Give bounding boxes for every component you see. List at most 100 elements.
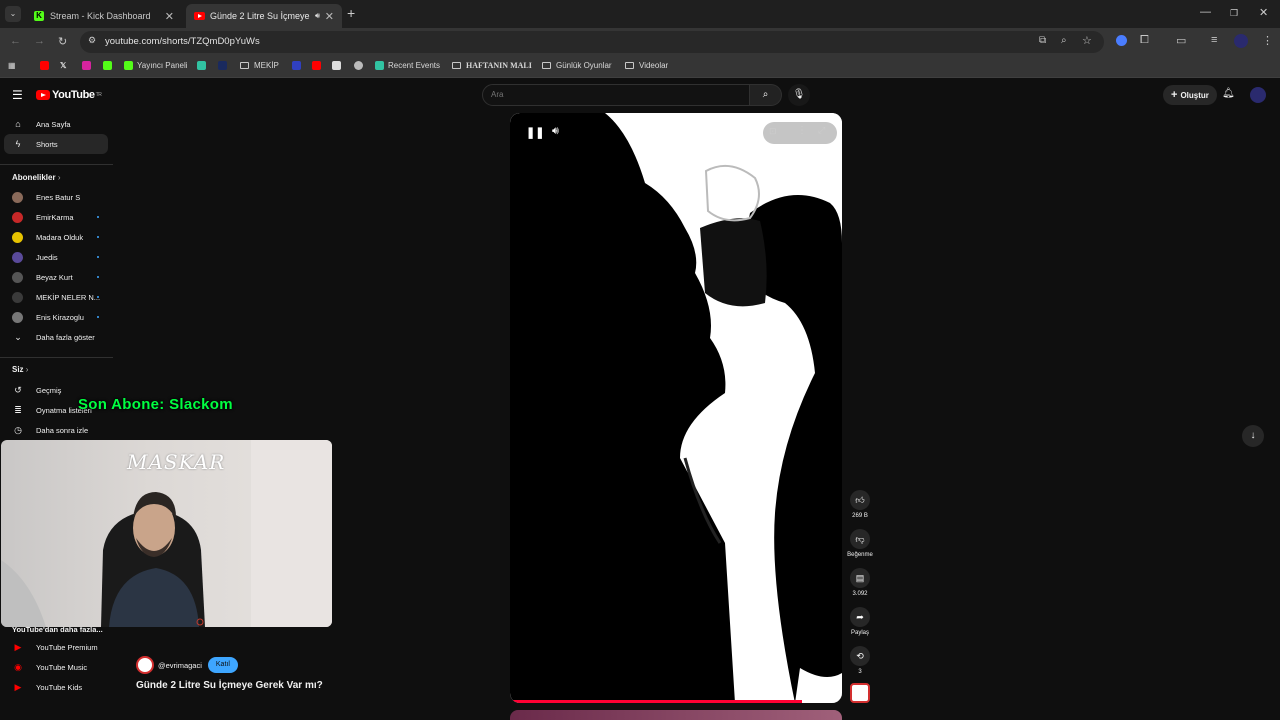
forward-icon[interactable]: → [34, 35, 45, 47]
extensions-puzzle-icon[interactable]: ⧠ [1140, 34, 1149, 47]
join-button[interactable]: Katıl [207, 657, 238, 673]
sidebar-subscription[interactable]: Enis Kirazoglu [4, 307, 108, 327]
sidebar-item-music[interactable]: ◉ YouTube Music [4, 657, 108, 677]
close-window-icon[interactable]: ✕ [1259, 6, 1268, 19]
bookmark-youtube2-icon[interactable] [312, 61, 325, 70]
short-title[interactable]: Günde 2 Litre Su İçmeye Gerek Var mı? [136, 680, 456, 691]
comments-button[interactable]: ▤ 3.092 [850, 568, 870, 597]
browser-toolbar: ← → ↻ ⚙ youtube.com/shorts/TZQmD0pYuWs ⧉… [0, 28, 1280, 56]
search-button[interactable]: ⌕ [750, 84, 782, 106]
bookmark-haftanin-mali[interactable]: HAFTANIN MALI [452, 61, 532, 70]
media-control-icon[interactable]: ≡ [1211, 34, 1217, 46]
voice-search-button[interactable]: 🎙︎ [788, 84, 810, 106]
captions-icon[interactable]: ⊡ [769, 126, 777, 137]
sidebar-subscription[interactable]: Juedis [4, 247, 108, 267]
channel-handle[interactable]: @evrimagaci [158, 661, 202, 670]
channel-avatar[interactable] [136, 656, 154, 674]
history-icon: ↺ [14, 384, 22, 395]
chevron-right-icon: › [25, 365, 29, 374]
bookmark-yayinci-paneli[interactable]: Yayıncı Paneli [124, 61, 188, 70]
bookmark-mekip[interactable]: MEKİP [240, 61, 279, 70]
new-content-dot [97, 276, 99, 278]
back-icon[interactable]: ← [10, 35, 21, 47]
profile-avatar[interactable] [1234, 34, 1248, 48]
search-icon: ⌕ [762, 89, 769, 100]
audio-playing-icon[interactable]: 🔊︎ [315, 11, 320, 21]
bookmark-streamlabs-icon[interactable] [197, 61, 210, 70]
sidebar-subscription[interactable]: MEKİP NELER N... [4, 287, 108, 307]
tab-kick-dashboard[interactable]: K Stream - Kick Dashboard ✕ [26, 4, 182, 28]
more-options-icon[interactable]: ⋮ [797, 125, 807, 136]
bookmark-youtube-icon[interactable] [40, 61, 53, 70]
site-info-icon[interactable]: ⚙ [88, 35, 96, 46]
avatar [12, 211, 23, 223]
like-button[interactable]: 👍︎ 269 B [850, 490, 870, 519]
restore-icon[interactable]: ❐ [1230, 8, 1238, 19]
sidebar-subscription[interactable]: Beyaz Kurt [4, 267, 108, 287]
video-progress-fill [510, 700, 803, 703]
close-tab-icon[interactable]: ✕ [325, 10, 334, 23]
avatar [12, 231, 23, 243]
bookmark-instagram-icon[interactable] [82, 61, 95, 70]
folder-icon [240, 62, 249, 69]
close-tab-icon[interactable]: ✕ [165, 10, 174, 23]
bookmark-recent-events[interactable]: Recent Events [375, 61, 440, 70]
youtube-logo[interactable]: YouTube TR [36, 89, 102, 101]
remix-button[interactable]: ⟲ 3 [850, 646, 870, 675]
install-app-icon[interactable]: ⧉ [1039, 35, 1046, 46]
minimize-icon[interactable]: — [1200, 6, 1211, 18]
video-progress-bar[interactable] [510, 700, 842, 703]
bookmark-videolar[interactable]: Videolar [625, 61, 668, 70]
bookmark-star-icon[interactable]: ☆ [1082, 34, 1092, 47]
sidebar-item-watch-later[interactable]: ◷ Daha sonra izle [4, 420, 108, 440]
tab-search-chevron-icon[interactable]: ⌄ [5, 6, 21, 22]
new-tab-button[interactable]: + [347, 5, 355, 21]
notifications-bell-icon[interactable]: 🔔︎ [1222, 88, 1235, 99]
sidebar-item-home[interactable]: ⌂ Ana Sayfa [4, 114, 108, 134]
apps-grid-icon[interactable]: ▦ [8, 61, 16, 70]
bookmark-prime-icon[interactable] [218, 61, 231, 70]
next-short-button[interactable]: ↓ [1242, 425, 1264, 447]
create-button[interactable]: + Oluştur [1163, 85, 1217, 105]
bookmark-circle-icon[interactable] [354, 61, 367, 70]
bookmark-x-icon[interactable]: 𝕏 [60, 61, 66, 70]
search-input[interactable] [491, 90, 741, 99]
sidebar: ⌂ Ana Sayfa ϟ Shorts Abonelikler › Enes Ba… [0, 113, 115, 720]
short-video-player[interactable]: ❚❚ 🔊︎ ⊡ ⋮ ⤢ [510, 113, 842, 703]
remix-icon: ⟲ [850, 646, 870, 666]
comment-count: 3.092 [852, 591, 868, 597]
zoom-icon[interactable]: ⌕ [1061, 35, 1067, 46]
extension-icon[interactable] [1116, 35, 1127, 46]
sidebar-subscription[interactable]: Madara Olduk [4, 227, 108, 247]
sidebar-subscription[interactable]: Enes Batur S [4, 187, 108, 207]
reload-icon[interactable]: ↻ [58, 35, 67, 48]
pause-icon[interactable]: ❚❚ [526, 126, 544, 139]
hamburger-menu-icon[interactable]: ☰ [12, 88, 23, 102]
subscriptions-header[interactable]: Abonelikler › [12, 173, 60, 182]
bookmark-gunluk-oyunlar[interactable]: Günlük Oyunlar [542, 61, 612, 70]
channel-row: @evrimagaci Katıl [136, 656, 456, 674]
sidebar-item-shorts[interactable]: ϟ Shorts [4, 134, 108, 154]
side-panel-icon[interactable]: ▭ [1176, 34, 1186, 47]
address-bar[interactable]: ⚙ youtube.com/shorts/TZQmD0pYuWs [80, 31, 1104, 53]
volume-icon[interactable]: 🔊︎ [552, 125, 559, 138]
shorts-icon: ϟ [15, 139, 21, 149]
sidebar-item-premium[interactable]: ▶ YouTube Premium [4, 637, 108, 657]
avatar [12, 311, 23, 323]
chrome-menu-icon[interactable]: ⋮ [1262, 34, 1273, 47]
you-header[interactable]: Siz › [12, 365, 28, 374]
account-avatar[interactable] [1250, 87, 1266, 103]
sidebar-subscription[interactable]: EmirKarma [4, 207, 108, 227]
sidebar-item-kids[interactable]: ▶ YouTube Kids [4, 677, 108, 697]
sound-channel-avatar[interactable] [850, 683, 870, 703]
share-button[interactable]: ➦ Paylaş [850, 607, 870, 636]
tab-youtube-short[interactable]: Günde 2 Litre Su İçmeye Ge 🔊︎ ✕ [186, 4, 342, 28]
tab-title: Günde 2 Litre Su İçmeye Ge [210, 11, 310, 21]
bookmark-kick-icon[interactable] [103, 61, 116, 70]
youtube-premium-icon: ▶ [14, 641, 22, 652]
bookmark-image-icon[interactable] [332, 61, 345, 70]
bookmark-blue-icon[interactable] [292, 61, 305, 70]
fullscreen-icon[interactable]: ⤢ [818, 125, 825, 136]
sidebar-show-more[interactable]: ⌄ Daha fazla göster [4, 327, 108, 347]
dislike-button[interactable]: 👎︎ Beğenme [847, 529, 873, 558]
